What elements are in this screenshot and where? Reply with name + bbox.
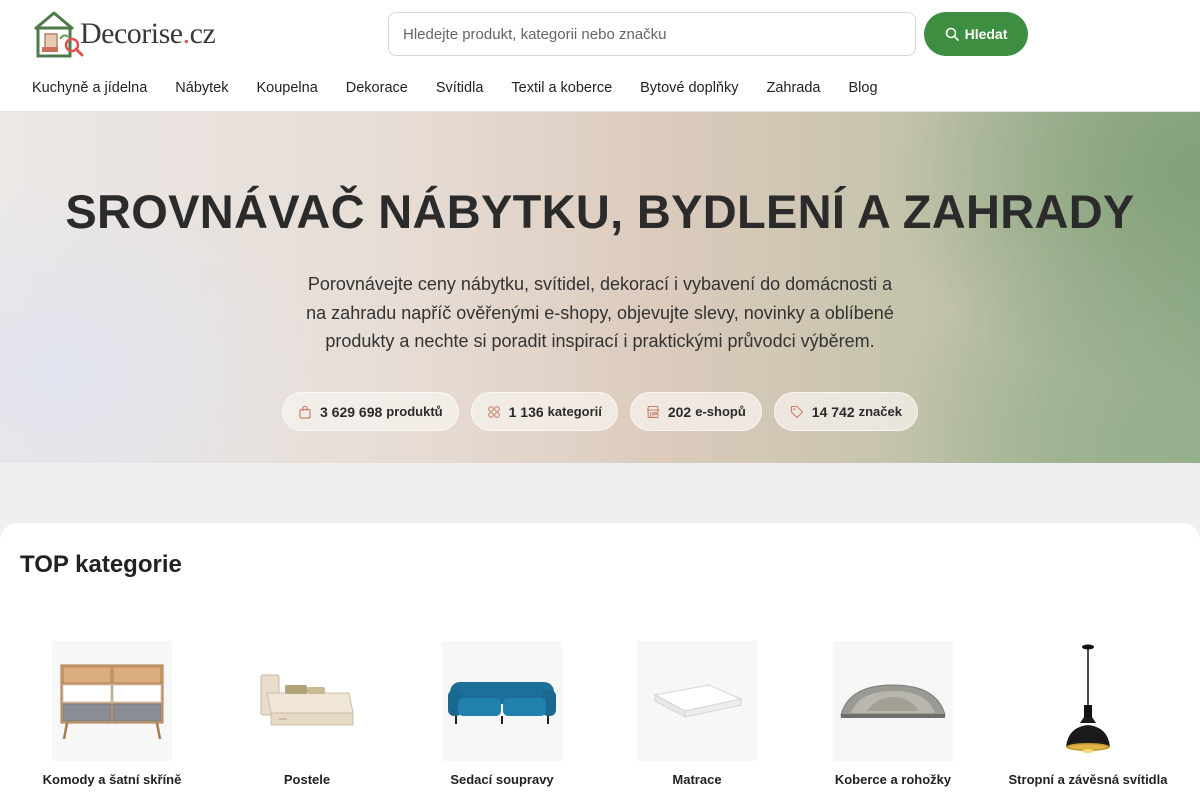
- category-name: Stropní a závěsná svítidla: [1008, 772, 1168, 787]
- stat-eshops-label: e-shopů: [695, 404, 746, 419]
- category-card-dressers[interactable]: Komody a šatní skříně: [22, 641, 202, 788]
- logo-name: Decorise: [80, 17, 183, 50]
- hero-description: Porovnávejte ceny nábytku, svítidel, dek…: [306, 274, 894, 351]
- category-name: Matrace: [672, 772, 722, 787]
- logo-tld: cz: [189, 17, 216, 50]
- site-logo[interactable]: Decorise.cz: [32, 8, 216, 60]
- site-header: Decorise.cz Hledat Kuchyně a jídelna Náb…: [0, 0, 1200, 112]
- bed-image: [247, 641, 367, 761]
- sofa-image: [442, 641, 562, 761]
- pendant-lamp-image: [1028, 641, 1148, 761]
- top-categories-section: TOP kategorie Komody a šatní skříně Post…: [0, 523, 1200, 800]
- category-name: Komody a šatní skříně: [42, 772, 182, 787]
- store-icon: [646, 405, 660, 418]
- stat-categories: 1 136 kategorií: [470, 392, 618, 431]
- logo-wordmark: Decorise.cz: [80, 17, 216, 51]
- top-categories-title: TOP kategorie: [20, 551, 182, 578]
- search-icon: [945, 27, 959, 41]
- stat-products-label: produktů: [386, 404, 443, 419]
- stat-eshops: 202 e-shopů: [629, 392, 762, 431]
- nav-item-garden[interactable]: Zahrada: [766, 80, 820, 96]
- hero-title: SROVNÁVAČ NÁBYTKU, BYDLENÍ A ZAHRADY: [65, 185, 1135, 238]
- category-card-sofas[interactable]: Sedací soupravy: [412, 641, 592, 788]
- rug-image: [833, 641, 953, 761]
- nav-item-bathroom[interactable]: Koupelna: [256, 80, 317, 96]
- tag-icon: [790, 405, 803, 418]
- stat-brands-label: značek: [858, 404, 902, 419]
- nav-item-decor[interactable]: Dekorace: [346, 80, 408, 96]
- nav-item-blog[interactable]: Blog: [849, 80, 878, 96]
- category-name: Postele: [283, 772, 331, 787]
- mattress-image: [637, 641, 757, 761]
- search-input[interactable]: [388, 12, 916, 56]
- stat-brands: 14 742 značek: [773, 392, 918, 431]
- stat-products: 3 629 698 produktů: [282, 392, 459, 431]
- nav-item-kitchen[interactable]: Kuchyně a jídelna: [32, 80, 147, 96]
- hero-section: SROVNÁVAČ NÁBYTKU, BYDLENÍ A ZAHRADY Por…: [0, 112, 1200, 463]
- shopping-bag-icon: [299, 405, 311, 419]
- category-card-rugs[interactable]: Koberce a rohožky: [803, 641, 983, 788]
- stat-eshops-value: 202: [667, 403, 692, 420]
- category-name: Koberce a rohožky: [834, 772, 952, 787]
- nav-item-home-accessories[interactable]: Bytové doplňky: [640, 80, 738, 96]
- categories-grid-icon: [487, 405, 500, 418]
- stat-categories-value: 1 136: [508, 403, 544, 420]
- house-logo-icon: [34, 11, 84, 58]
- category-card-ceiling-lights[interactable]: Stropní a závěsná svítidla: [998, 641, 1178, 788]
- main-nav: Kuchyně a jídelna Nábytek Koupelna Dekor…: [32, 72, 878, 104]
- nav-item-lighting[interactable]: Svítidla: [436, 80, 484, 96]
- category-card-mattresses[interactable]: Matrace: [607, 641, 787, 788]
- search-button-label: Hledat: [964, 26, 1008, 42]
- stat-brands-value: 14 742: [811, 403, 855, 420]
- logo-dot: .: [182, 17, 191, 50]
- stats-row: 3 629 698 produktů 1 136 kategorií 202 e…: [0, 392, 1200, 431]
- stat-categories-label: kategorií: [547, 404, 602, 419]
- search-button[interactable]: Hledat: [924, 12, 1028, 56]
- category-name: Sedací soupravy: [450, 772, 554, 787]
- category-card-beds[interactable]: Postele: [217, 641, 397, 788]
- dresser-image: [52, 641, 172, 761]
- stat-products-value: 3 629 698: [320, 403, 383, 420]
- nav-item-textiles[interactable]: Textil a koberce: [511, 80, 612, 96]
- nav-item-furniture[interactable]: Nábytek: [175, 80, 228, 96]
